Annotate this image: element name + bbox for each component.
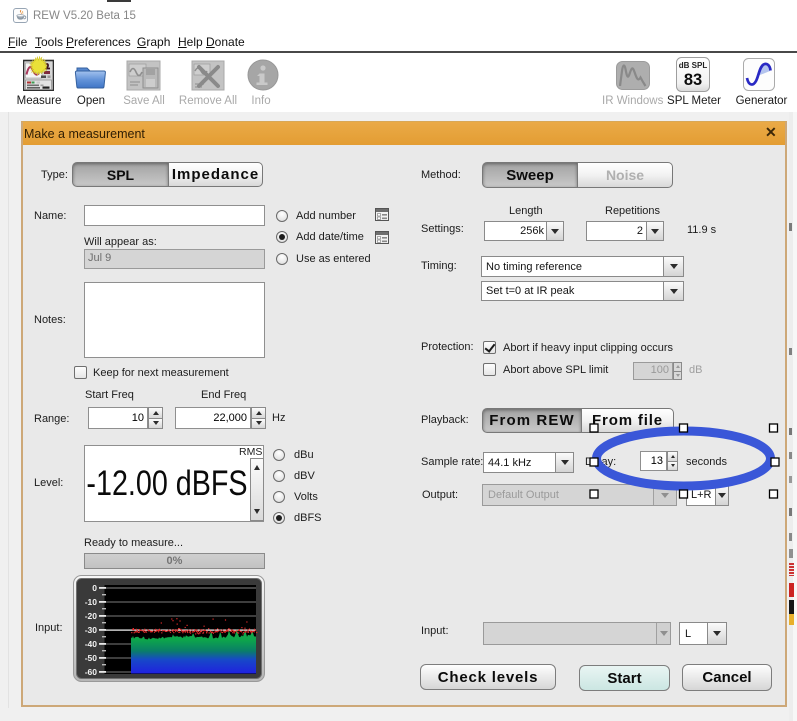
svg-text:83: 83 bbox=[684, 71, 702, 89]
svg-text:-60: -60 bbox=[85, 667, 98, 677]
svg-text:dB SPL: dB SPL bbox=[679, 61, 708, 70]
svg-text:-50: -50 bbox=[85, 653, 98, 663]
svg-text:-30: -30 bbox=[85, 625, 98, 635]
svg-text:-40: -40 bbox=[85, 639, 98, 649]
svg-text:-20: -20 bbox=[85, 611, 98, 621]
svg-text:0: 0 bbox=[92, 583, 97, 593]
svg-text:-10: -10 bbox=[85, 597, 98, 607]
